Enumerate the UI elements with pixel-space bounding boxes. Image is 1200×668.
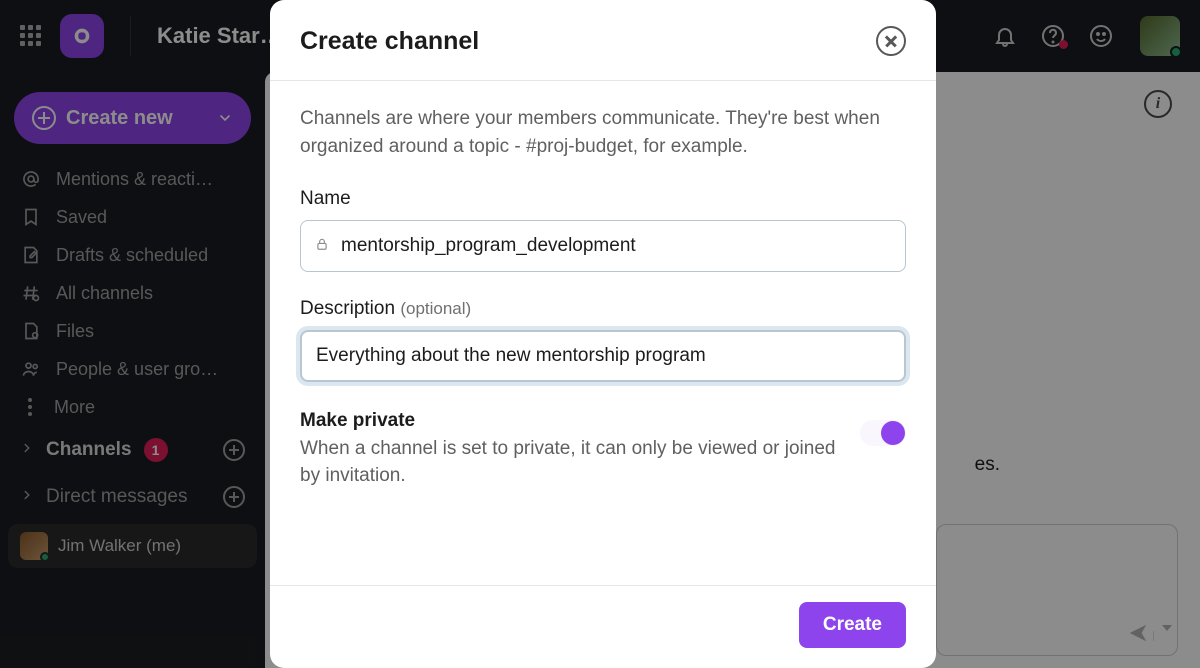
modal-footer: Create	[270, 585, 936, 668]
desc-field-label: Description (optional)	[300, 298, 906, 320]
lock-icon	[315, 236, 329, 257]
private-title: Make private	[300, 410, 840, 432]
close-icon[interactable]	[876, 26, 906, 56]
desc-input-wrap[interactable]	[300, 330, 906, 382]
create-button[interactable]: Create	[799, 602, 906, 648]
optional-text: (optional)	[400, 299, 471, 318]
private-help: When a channel is set to private, it can…	[300, 436, 840, 489]
private-toggle[interactable]	[860, 420, 906, 446]
modal-title: Create channel	[300, 27, 479, 56]
desc-label-text: Description	[300, 298, 395, 319]
modal-body: Channels are where your members communic…	[270, 81, 936, 499]
name-field-label: Name	[300, 188, 906, 210]
modal-header: Create channel	[270, 0, 936, 81]
create-channel-modal: Create channel Channels are where your m…	[270, 0, 936, 668]
toggle-knob	[881, 421, 905, 445]
channel-desc-input[interactable]	[316, 345, 890, 367]
name-input-wrap[interactable]	[300, 220, 906, 272]
privacy-row: Make private When a channel is set to pr…	[300, 410, 906, 489]
channel-name-input[interactable]	[341, 235, 891, 257]
modal-help-text: Channels are where your members communic…	[300, 105, 906, 160]
